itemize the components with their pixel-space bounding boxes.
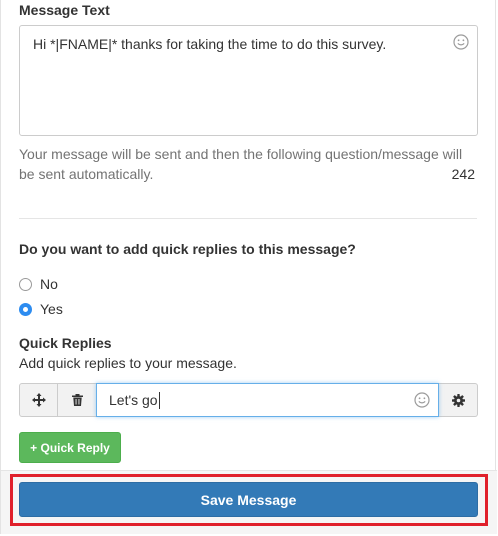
- radio-yes-circle[interactable]: [19, 302, 32, 316]
- quick-reply-row: Let's go: [19, 383, 478, 417]
- quick-reply-input[interactable]: Let's go: [96, 383, 439, 417]
- message-text-label: Message Text: [19, 2, 110, 18]
- section-divider: [19, 218, 477, 219]
- emoji-picker-icon[interactable]: [453, 34, 469, 50]
- character-counter: 242: [451, 166, 475, 182]
- drag-handle-button[interactable]: [19, 383, 58, 417]
- radio-no-label: No: [40, 276, 58, 292]
- quick-replies-title: Quick Replies: [19, 335, 112, 351]
- text-cursor: [158, 391, 160, 409]
- message-textarea-value: Hi *|FNAME|* thanks for taking the time …: [33, 36, 387, 52]
- trash-icon: [71, 394, 83, 406]
- reply-settings-button[interactable]: [439, 383, 478, 417]
- message-help-text: Your message will be sent and then the f…: [19, 146, 463, 182]
- emoji-picker-icon[interactable]: [414, 392, 430, 408]
- save-message-button[interactable]: Save Message: [19, 482, 478, 517]
- add-quick-reply-button[interactable]: + Quick Reply: [19, 432, 121, 463]
- quick-replies-question: Do you want to add quick replies to this…: [19, 241, 356, 257]
- radio-option-no[interactable]: No: [19, 274, 58, 294]
- quick-replies-subtitle: Add quick replies to your message.: [19, 355, 237, 371]
- gear-icon: [451, 393, 465, 407]
- quick-reply-input-value: Let's go: [109, 392, 158, 408]
- message-textarea[interactable]: Hi *|FNAME|* thanks for taking the time …: [19, 25, 478, 136]
- delete-reply-button[interactable]: [58, 383, 97, 417]
- radio-yes-label: Yes: [40, 301, 63, 317]
- move-arrows-icon: [31, 393, 46, 407]
- radio-option-yes[interactable]: Yes: [19, 299, 63, 319]
- message-editor-panel: Message Text Hi *|FNAME|* thanks for tak…: [0, 0, 497, 534]
- radio-no-circle[interactable]: [19, 277, 32, 291]
